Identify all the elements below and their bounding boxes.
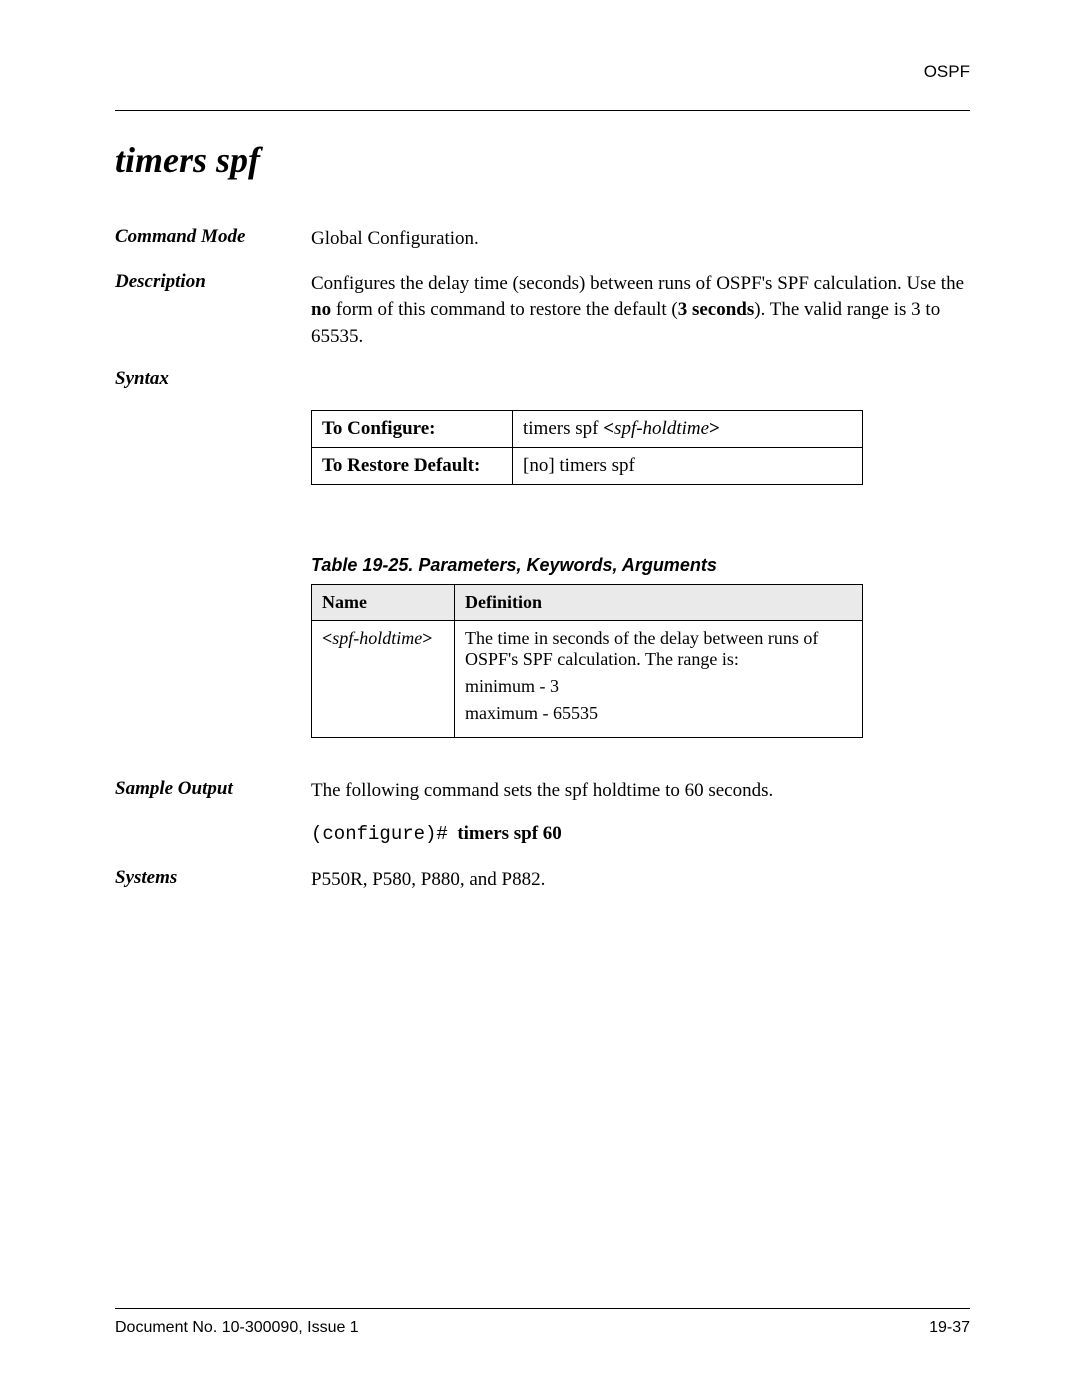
sample-prompt: (configure)#: [311, 823, 448, 845]
angle-open: <: [603, 418, 614, 439]
param-name: spf-holdtime: [332, 628, 422, 648]
footer-doc: Document No. 10-300090, Issue 1: [115, 1319, 359, 1337]
page-content: OSPF timers spf Command Mode Global Conf…: [0, 0, 1080, 1397]
label-sample-output: Sample Output: [115, 778, 311, 805]
label-description: Description: [115, 271, 311, 351]
sample-code: (configure)# timers spf 60: [311, 823, 970, 845]
label-systems: Systems: [115, 867, 311, 894]
param-definition-cell: The time in seconds of the delay between…: [455, 621, 863, 738]
sample-command: timers spf 60: [457, 823, 561, 844]
param-table: Name Definition <spf-holdtime> The time …: [311, 584, 863, 738]
th-definition: Definition: [455, 585, 863, 621]
section-syntax: Syntax: [115, 368, 970, 390]
th-name: Name: [312, 585, 455, 621]
syntax-row-restore-label: To Restore Default:: [312, 448, 513, 485]
table-row: <spf-holdtime> The time in seconds of th…: [312, 621, 863, 738]
footer-page: 19-37: [929, 1319, 970, 1337]
value-command-mode: Global Configuration.: [311, 226, 970, 253]
desc-no-word: no: [311, 299, 331, 320]
desc-text-mid: form of this command to restore the defa…: [331, 299, 678, 320]
page-title: timers spf: [115, 139, 970, 181]
table-row: To Restore Default: [no] timers spf: [312, 448, 863, 485]
value-sample-output: The following command sets the spf holdt…: [311, 778, 970, 805]
header-category: OSPF: [115, 62, 970, 82]
cmd-param: spf-holdtime: [614, 418, 709, 439]
syntax-table: To Configure: timers spf <spf-holdtime> …: [311, 410, 863, 485]
section-sample-output: Sample Output The following command sets…: [115, 778, 970, 805]
angle-close2: >: [422, 628, 432, 648]
cmd-prefix: timers spf: [523, 418, 603, 439]
table-row: To Configure: timers spf <spf-holdtime>: [312, 411, 863, 448]
header-rule: [115, 110, 970, 111]
section-description: Description Configures the delay time (s…: [115, 271, 970, 351]
angle-open2: <: [322, 628, 332, 648]
param-name-cell: <spf-holdtime>: [312, 621, 455, 738]
section-systems: Systems P550R, P580, P880, and P882.: [115, 867, 970, 894]
desc-default: 3 seconds: [678, 299, 755, 320]
syntax-row-configure-cmd: timers spf <spf-holdtime>: [513, 411, 863, 448]
syntax-row-restore-cmd: [no] timers spf: [513, 448, 863, 485]
def-line-3: maximum - 65535: [465, 703, 852, 724]
syntax-row-configure-label: To Configure:: [312, 411, 513, 448]
page-footer: Document No. 10-300090, Issue 1 19-37: [115, 1308, 970, 1337]
label-command-mode: Command Mode: [115, 226, 311, 253]
def-line-1: The time in seconds of the delay between…: [465, 628, 852, 670]
value-systems: P550R, P580, P880, and P882.: [311, 867, 970, 894]
table-caption: Table 19-25. Parameters, Keywords, Argum…: [311, 555, 970, 576]
value-description: Configures the delay time (seconds) betw…: [311, 271, 970, 351]
value-syntax-empty: [311, 368, 970, 390]
table-header-row: Name Definition: [312, 585, 863, 621]
def-line-2: minimum - 3: [465, 676, 852, 697]
angle-close: >: [709, 418, 720, 439]
section-command-mode: Command Mode Global Configuration.: [115, 226, 970, 253]
label-syntax: Syntax: [115, 368, 311, 390]
desc-text-pre: Configures the delay time (seconds) betw…: [311, 273, 964, 294]
